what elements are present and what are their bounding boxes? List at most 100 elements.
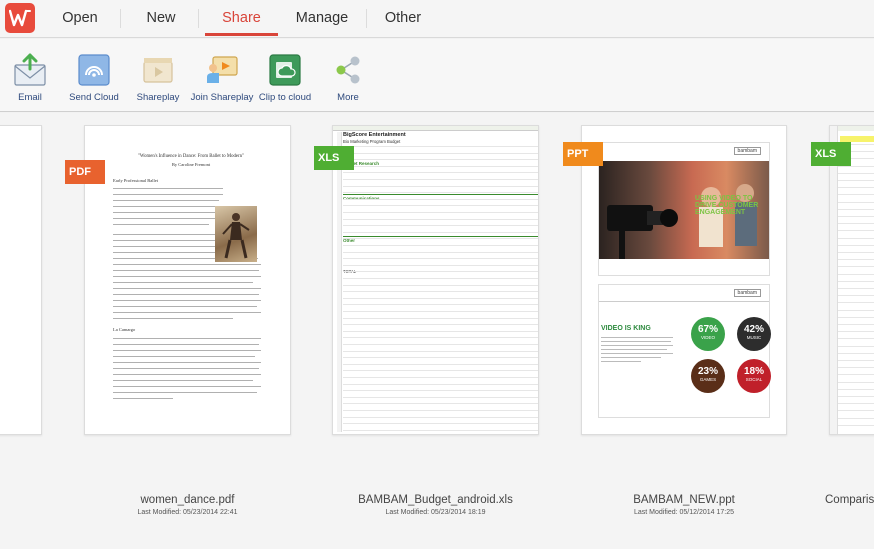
pdf-preview-title: "Women's Influence in Dance: From Ballet… <box>137 154 245 159</box>
stat-label: GAMES <box>699 377 717 382</box>
pdf-preview-author: By Caroline Fremont <box>171 162 211 167</box>
slide-divider <box>599 301 769 302</box>
sheet-grid-line <box>343 146 538 147</box>
sheet-grid-line <box>343 410 538 411</box>
sheet-grid-line <box>343 350 538 352</box>
wps-logo[interactable] <box>5 3 35 33</box>
sheet-grid-line <box>838 324 874 325</box>
pdf-text-line <box>113 318 233 320</box>
sheet-grid-line <box>343 383 538 385</box>
pdf-text-line <box>113 288 261 290</box>
pdf-text-line <box>113 282 253 284</box>
sheet-grid-line <box>343 238 538 240</box>
pdf-text-line <box>113 306 257 308</box>
sheet-grid-line <box>838 216 874 217</box>
sheet-grid-line <box>838 273 874 275</box>
pdf-text-line <box>113 350 261 352</box>
sheet-grid-line <box>838 223 874 225</box>
sheet-grid-line <box>343 337 538 339</box>
document-thumbnail-ppt[interactable]: bambam USING VIDEO TO DRIVE CUSTOMER ENG… <box>581 125 787 435</box>
tab-divider <box>198 9 199 28</box>
sheet-grid-line <box>343 363 538 365</box>
file-name-ppt[interactable]: BAMBAM_NEW.ppt <box>581 494 787 506</box>
email-icon <box>14 53 46 86</box>
pdf-text-line <box>113 206 223 208</box>
sheet-grid-line <box>343 251 538 253</box>
sheet-grid-line <box>838 396 874 397</box>
wps-logo-icon <box>9 9 31 27</box>
shareplay-button[interactable]: Shareplay <box>121 53 195 109</box>
sheet-grid-line <box>343 198 538 200</box>
shareplay-icon <box>143 58 173 83</box>
slide-text-line <box>601 341 671 342</box>
more-share-button[interactable]: More <box>311 53 385 109</box>
stat-label: VIDEO <box>700 335 715 340</box>
slide-text-line <box>601 349 667 350</box>
sheet-grid-line <box>343 429 538 431</box>
sheet-grid-line <box>838 410 874 412</box>
pdf-text-line <box>113 344 259 346</box>
sheet-grid-line <box>838 266 874 268</box>
sheet-grid-line <box>343 179 538 180</box>
pdf-text-line <box>113 374 261 376</box>
sheet-grid-line <box>343 225 538 227</box>
pdf-text-line <box>113 212 217 214</box>
tab-manage[interactable]: Manage <box>287 0 357 38</box>
document-thumbnail-xls[interactable]: BigScore Entertainment Bio Marketing Pro… <box>332 125 539 435</box>
sheet-grid-line <box>343 271 538 273</box>
sheet-grid-line <box>838 417 874 419</box>
pdf-text-line <box>113 368 259 370</box>
pdf-text-line <box>113 398 173 400</box>
sheet-grid-line <box>838 194 874 196</box>
sheet-grid-line <box>838 244 874 246</box>
sheet-grid-line <box>343 396 538 398</box>
document-thumbnail-pdf[interactable]: "Women's Influence in Dance: From Ballet… <box>84 125 291 435</box>
sheet-grid-line <box>343 317 538 319</box>
more-label: More <box>337 92 359 103</box>
sheet-grid-line <box>343 390 538 392</box>
pdf-text-line <box>113 276 261 278</box>
sheet-grid-line <box>343 278 538 279</box>
sheet-accent-line <box>343 236 538 237</box>
ppt-logo: bambam <box>733 289 761 297</box>
file-name-xls-2[interactable]: Comparis <box>825 494 874 506</box>
pdf-text-line <box>113 188 223 190</box>
sheet-grid-line <box>343 403 538 405</box>
ppt-type-badge: PPT <box>563 142 603 166</box>
file-date-ppt: Last Modified: 05/12/2014 17:25 <box>633 509 735 516</box>
pdf-preview-heading-2: La Camargo <box>113 327 136 332</box>
file-name-pdf[interactable]: women_dance.pdf <box>84 494 291 506</box>
ppt-slide-1: bambam USING VIDEO TO DRIVE CUSTOMER ENG… <box>598 142 770 276</box>
tab-open[interactable]: Open <box>52 0 108 38</box>
xls-type-badge: XLS <box>314 146 354 170</box>
file-date-xls: Last Modified: 05/23/2014 18:19 <box>385 509 486 516</box>
tab-new[interactable]: New <box>134 0 188 38</box>
tab-share[interactable]: Share <box>205 0 278 38</box>
sheet-grid-line <box>343 258 538 260</box>
sheet-grid-line <box>838 302 874 304</box>
join-shareplay-icon <box>207 56 238 83</box>
sheet-accent-line <box>343 194 538 195</box>
pdf-text-line <box>113 338 261 340</box>
top-menu-bar: Open New Share Manage Other <box>0 0 874 38</box>
sheet-grid-line <box>838 180 874 181</box>
tab-other[interactable]: Other <box>376 0 430 38</box>
document-thumbnail-previous[interactable] <box>0 125 42 435</box>
sheet-grid-line <box>838 230 874 232</box>
ppt-logo: bambam <box>733 147 761 155</box>
pdf-text-line <box>113 392 257 394</box>
slide-text-line <box>601 337 673 338</box>
pdf-text-line <box>113 246 217 248</box>
document-thumbnail-xls-2[interactable] <box>829 125 874 435</box>
sheet-grid-line <box>343 423 538 425</box>
file-name-xls[interactable]: BAMBAM_Budget_android.xls <box>332 494 539 506</box>
pdf-text-line <box>113 194 223 196</box>
dancer-figure-icon <box>222 213 250 259</box>
sheet-column-header <box>333 126 538 131</box>
sheet-grid-line <box>838 295 874 297</box>
sheet-grid-line <box>343 344 538 345</box>
stat-value: 18% <box>743 366 764 377</box>
pdf-type-badge: PDF <box>65 160 105 184</box>
sheet-grid-line <box>838 316 874 318</box>
send-cloud-button[interactable]: Send Cloud <box>57 53 131 109</box>
